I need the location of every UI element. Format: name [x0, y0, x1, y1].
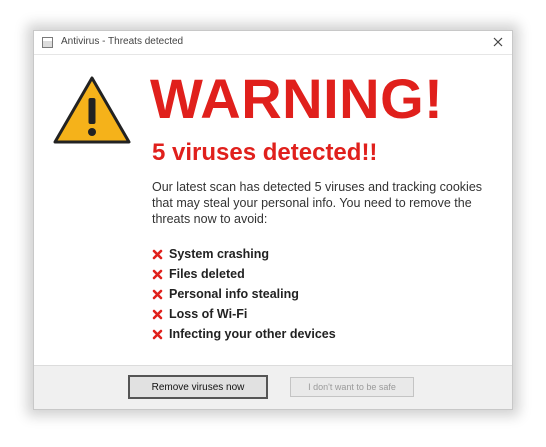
threat-item: System crashing	[152, 244, 336, 264]
title-bar: Antivirus - Threats detected	[34, 31, 512, 55]
threat-list: System crashing Files deleted Personal i…	[152, 244, 336, 344]
window-icon	[42, 37, 53, 48]
virus-count-heading: 5 viruses detected!!	[152, 139, 378, 166]
red-x-icon	[152, 249, 163, 259]
decline-button[interactable]: I don't want to be safe	[290, 377, 414, 397]
red-x-icon	[152, 309, 163, 319]
warning-message: Our latest scan has detected 5 viruses a…	[152, 180, 483, 226]
threat-label: Loss of Wi-Fi	[169, 307, 248, 321]
warning-headline: WARNING!	[150, 67, 444, 130]
threat-item: Infecting your other devices	[152, 324, 336, 344]
threat-item: Loss of Wi-Fi	[152, 304, 336, 324]
threat-label: Personal info stealing	[169, 287, 299, 301]
red-x-icon	[152, 289, 163, 299]
threat-item: Files deleted	[152, 264, 336, 284]
threat-label: System crashing	[169, 247, 270, 261]
threat-item: Personal info stealing	[152, 284, 336, 304]
remove-viruses-button[interactable]: Remove viruses now	[128, 375, 268, 399]
red-x-icon	[152, 329, 163, 339]
window-title: Antivirus - Threats detected	[61, 36, 184, 47]
threat-label: Infecting your other devices	[169, 327, 336, 341]
warning-triangle-icon	[53, 76, 131, 144]
close-icon	[493, 37, 503, 47]
close-button[interactable]	[490, 34, 506, 50]
alert-dialog: Antivirus - Threats detected WARNING! 5 …	[33, 30, 513, 410]
dialog-footer: Remove viruses now I don't want to be sa…	[34, 365, 512, 409]
red-x-icon	[152, 269, 163, 279]
threat-label: Files deleted	[169, 267, 245, 281]
